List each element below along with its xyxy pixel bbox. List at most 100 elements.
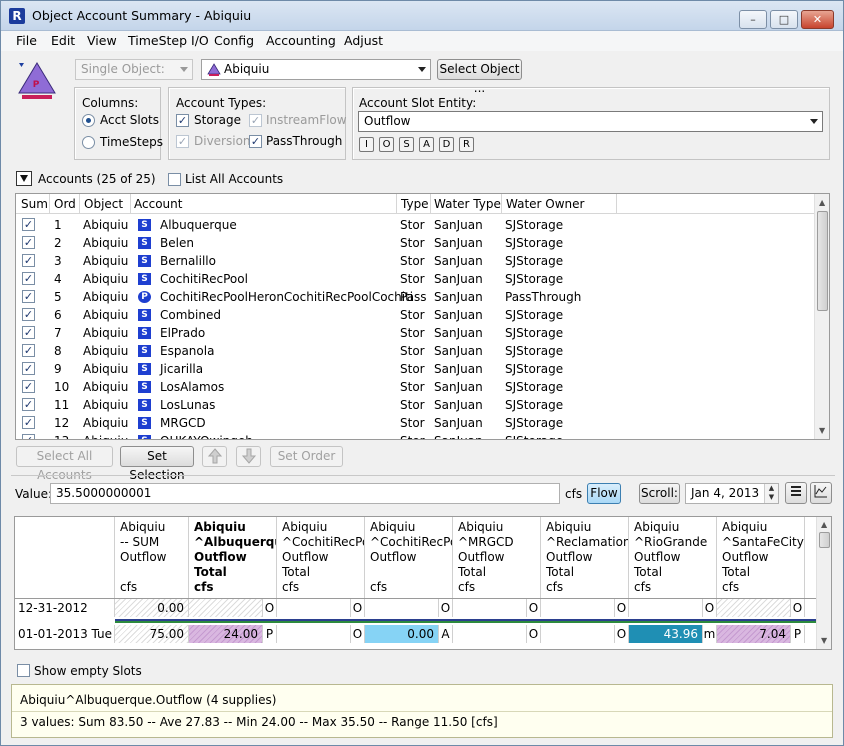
date-spinner[interactable]: Jan 4, 2013 ▲ ▼ (685, 483, 779, 504)
entity-a-button[interactable]: A (419, 137, 434, 152)
col-type[interactable]: Type (401, 197, 429, 211)
scroll-thumb[interactable] (817, 211, 828, 311)
list-all-accounts-checkbox[interactable] (168, 173, 181, 186)
set-selection-button[interactable]: Set Selection (120, 446, 194, 482)
sum-checkbox[interactable]: ✓ (22, 308, 35, 321)
scroll-up-icon[interactable]: ▲ (819, 198, 825, 207)
col-water-owner[interactable]: Water Owner (506, 197, 584, 211)
slot-value-cell[interactable] (541, 625, 615, 643)
entity-d-button[interactable]: D (439, 137, 454, 152)
scroll-down-icon[interactable]: ▼ (819, 426, 825, 435)
sum-checkbox[interactable]: ✓ (22, 434, 35, 439)
timesteps-radio[interactable] (82, 136, 95, 149)
slot-entity-select[interactable]: Outflow (358, 111, 823, 132)
storage-checkbox[interactable]: ✓ (176, 114, 189, 127)
slot-value-cell[interactable] (453, 625, 527, 643)
menu-view[interactable]: View (87, 33, 117, 48)
slot-value-cell[interactable] (277, 599, 351, 617)
slot-column-header[interactable]: Abiquiu ^SantaFeCity Outflow Total cfs (717, 517, 805, 598)
table-row[interactable]: ✓ 11 Abiquiu S LosLunas Stor SanJuan SJStorage (16, 396, 816, 414)
select-all-accounts-button[interactable]: Select All Accounts (16, 446, 113, 482)
col-sum[interactable]: Sum (21, 197, 48, 211)
acct-slots-radio[interactable] (82, 114, 95, 127)
menu-timestep-io[interactable]: TimeStep I/O (128, 33, 209, 48)
table-row[interactable]: ✓ 5 Abiquiu P CochitiRecPoolHeronCochitiRecP… (16, 288, 816, 306)
sum-checkbox[interactable]: ✓ (22, 380, 35, 393)
entity-outflow-button[interactable]: O (379, 137, 394, 152)
slot-column-header[interactable]: Abiquiu ^Reclamation Outflow Total cfs (541, 517, 629, 598)
move-down-button[interactable] (236, 446, 261, 467)
entity-r-button[interactable]: R (459, 137, 474, 152)
slot-value-cell[interactable]: 0.00 (115, 599, 189, 617)
entity-storage-button[interactable]: S (399, 137, 414, 152)
sum-checkbox[interactable]: ✓ (22, 236, 35, 249)
table-row[interactable]: ✓ 4 Abiquiu S CochitiRecPool Stor SanJuan SJSto… (16, 270, 816, 288)
close-button[interactable]: ✕ (801, 10, 834, 29)
slot-value-cell[interactable] (541, 599, 615, 617)
select-object-button[interactable]: Select Object ... (437, 59, 522, 95)
reservoir-icon[interactable]: P (15, 59, 57, 101)
col-water-type[interactable]: Water Type (434, 197, 501, 211)
entity-inflow-button[interactable]: I (359, 137, 374, 152)
slot-value-cell[interactable]: 24.00 (189, 625, 263, 643)
minimize-button[interactable]: – (739, 10, 767, 29)
table-row[interactable]: ✓ 10 Abiquiu S LosAlamos Stor SanJuan SJStorage (16, 378, 816, 396)
slot-grid-scrollbar[interactable]: ▲ ▼ (816, 517, 831, 649)
menu-accounting[interactable]: Accounting (266, 33, 336, 48)
slot-value-cell[interactable]: 7.04 (717, 625, 791, 643)
sum-checkbox[interactable]: ✓ (22, 416, 35, 429)
menu-edit[interactable]: Edit (51, 33, 75, 48)
spinner-arrows-icon[interactable]: ▲ ▼ (764, 484, 778, 503)
table-row[interactable]: ✓ 12 Abiquiu S MRGCD Stor SanJuan SJStorage (16, 414, 816, 432)
menu-config[interactable]: Config (214, 33, 254, 48)
slot-value-cell[interactable]: 75.00 (115, 625, 189, 643)
passthrough-checkbox[interactable]: ✓ (249, 135, 262, 148)
table-row[interactable]: ✓ 1 Abiquiu S Albuquerque Stor SanJuan SJStorag… (16, 216, 816, 234)
slot-column-header[interactable]: Abiquiu -- SUM Outflow cfs (115, 517, 189, 598)
menu-file[interactable]: File (16, 33, 37, 48)
scroll-thumb[interactable] (819, 532, 830, 548)
slot-value-cell[interactable] (717, 599, 791, 617)
slot-column-header[interactable]: Abiquiu ^MRGCD Outflow Total cfs (453, 517, 541, 598)
table-row[interactable]: ✓ 9 Abiquiu S Jicarilla Stor SanJuan SJStorage (16, 360, 816, 378)
table-row[interactable]: ✓ 3 Abiquiu S Bernalillo Stor SanJuan SJStorage (16, 252, 816, 270)
slot-value-cell[interactable] (629, 599, 703, 617)
flow-button[interactable]: Flow (587, 483, 621, 504)
scroll-down-icon[interactable]: ▼ (821, 636, 827, 645)
slot-value-cell[interactable]: 43.96 (629, 625, 703, 643)
move-up-button[interactable] (202, 446, 227, 467)
sum-checkbox[interactable]: ✓ (22, 254, 35, 267)
value-input[interactable]: 35.5000000001 (50, 483, 560, 504)
slot-column-header[interactable]: Abiquiu ^CochitiRecPool Outflow Total cf… (277, 517, 365, 598)
table-row[interactable]: ✓ 13 Abiquiu S OHKAYOwingeh Stor SanJuan SJStor… (16, 432, 816, 439)
plot-button[interactable] (810, 482, 832, 504)
sum-checkbox[interactable]: ✓ (22, 326, 35, 339)
sum-checkbox[interactable]: ✓ (22, 362, 35, 375)
slot-column-header[interactable]: Abiquiu ^CochitiRecPool Outflow cfs (365, 517, 453, 598)
table-view-button[interactable] (785, 482, 807, 504)
slot-value-cell[interactable]: 0.00 (365, 625, 439, 643)
table-row[interactable]: ✓ 7 Abiquiu S ElPrado Stor SanJuan SJStorage (16, 324, 816, 342)
set-order-button[interactable]: Set Order (270, 446, 343, 467)
maximize-button[interactable]: □ (770, 10, 798, 29)
slot-column-header[interactable]: Abiquiu ^RioGrande Outflow Total cfs (629, 517, 717, 598)
object-select[interactable]: Abiquiu (201, 59, 431, 80)
sum-checkbox[interactable]: ✓ (22, 272, 35, 285)
slot-value-cell[interactable] (453, 599, 527, 617)
table-row[interactable]: ✓ 2 Abiquiu S Belen Stor SanJuan SJStorage (16, 234, 816, 252)
scroll-up-icon[interactable]: ▲ (821, 520, 827, 529)
slot-value-cell[interactable] (189, 599, 263, 617)
table-row[interactable]: ✓ 8 Abiquiu S Espanola Stor SanJuan SJStorage (16, 342, 816, 360)
menu-adjust[interactable]: Adjust (344, 33, 383, 48)
scroll-label-button[interactable]: Scroll: (639, 483, 680, 504)
col-account[interactable]: Account (134, 197, 182, 211)
object-mode-select[interactable]: Single Object: (75, 59, 193, 80)
show-empty-slots-checkbox[interactable] (17, 664, 30, 677)
table-row[interactable]: ✓ 6 Abiquiu S Combined Stor SanJuan SJStorage (16, 306, 816, 324)
slot-value-cell[interactable] (365, 599, 439, 617)
sum-checkbox[interactable]: ✓ (22, 290, 35, 303)
sum-checkbox[interactable]: ✓ (22, 398, 35, 411)
col-ord[interactable]: Ord (54, 197, 76, 211)
accounts-scrollbar[interactable]: ▲ ▼ (814, 194, 829, 439)
diversion-checkbox[interactable]: ✓ (176, 135, 189, 148)
